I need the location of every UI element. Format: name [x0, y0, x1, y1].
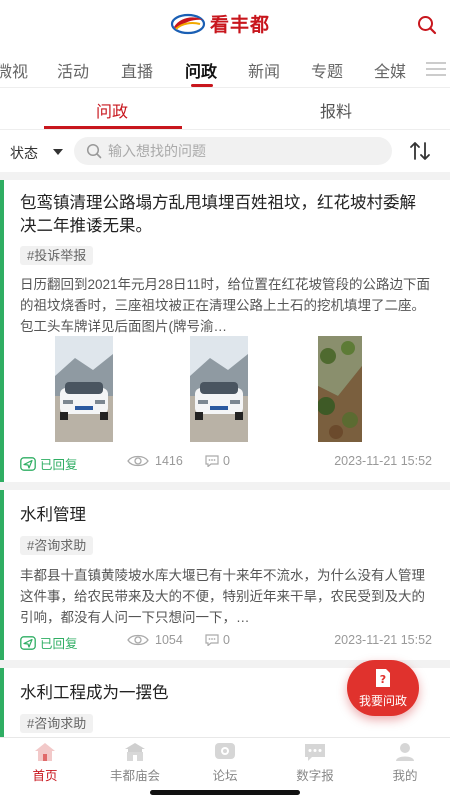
card-photos [0, 336, 450, 442]
comment-count-value: 0 [223, 454, 230, 468]
nav-profile[interactable]: 我的 [360, 742, 450, 784]
channel-menu-icon[interactable] [414, 50, 450, 87]
logo-text: 看丰都 [210, 14, 271, 36]
tab-channel-live[interactable]: 直播 [121, 58, 153, 82]
photo-car-2[interactable] [190, 336, 248, 442]
channel-tabs: 微视 活动 直播 问政 新闻 专题 全媒 [0, 50, 450, 88]
comment-icon [205, 634, 219, 646]
forum-icon [215, 743, 235, 759]
photo-hillside[interactable] [318, 336, 376, 442]
reply-status-label: 已回复 [40, 637, 78, 651]
ask-question-button[interactable]: ? 我要问政 [347, 660, 419, 716]
svg-text:?: ? [380, 673, 386, 686]
replied-indicator-bar [0, 668, 4, 737]
eye-icon [127, 634, 149, 646]
nav-home[interactable]: 首页 [0, 742, 90, 784]
card-tag: #咨询求助 [20, 714, 94, 733]
photo-car-1[interactable] [55, 336, 113, 442]
tab-channel-news[interactable]: 新闻 [248, 58, 280, 82]
view-count: 1054 [127, 633, 183, 647]
search-input[interactable] [108, 141, 378, 161]
tab-channel-wenzheng[interactable]: 问政 [185, 58, 217, 82]
reply-status: 已回复 [20, 633, 78, 652]
status-dropdown-icon[interactable] [53, 149, 63, 155]
nav-forum-label: 论坛 [212, 769, 238, 783]
card-meta: 已回复 1054 0 2023-11-21 15:52 [20, 633, 432, 651]
app-logo: 看丰都 [170, 10, 270, 37]
user-icon [396, 743, 414, 761]
nav-forum[interactable]: 论坛 [180, 742, 270, 784]
question-card[interactable]: 包鸾镇清理公路塌方乱甩填埋百姓祖坟，红花坡村委解决二年推诿无果。 #投诉举报 日… [0, 180, 450, 482]
comment-icon [205, 455, 219, 467]
search-icon[interactable] [416, 14, 438, 36]
search-box[interactable] [74, 137, 392, 165]
card-tag: #咨询求助 [20, 536, 94, 555]
eye-icon [127, 455, 149, 467]
comment-count-value: 0 [223, 633, 230, 647]
card-title[interactable]: 包鸾镇清理公路塌方乱甩填埋百姓祖坟，红花坡村委解决二年推诿无果。 [20, 192, 430, 238]
logo-swoosh-icon [170, 13, 206, 34]
nav-temple-fair[interactable]: 丰都庙会 [90, 742, 180, 784]
tab-channel-allmedia[interactable]: 全媒 [374, 58, 406, 82]
reply-status-label: 已回复 [40, 458, 78, 472]
card-body: 丰都县十直镇黄陵坡水库大堰已有十来年不流水，为什么没有人管理这件事，给农民带来及… [20, 568, 425, 625]
sub-tabs: 问政 报料 [0, 88, 450, 130]
active-channel-indicator [191, 84, 213, 87]
comment-count: 0 [205, 633, 230, 647]
card-body: 日历翻回到2021年元月28日11时，给位置在红花坡管段的公路边下面的祖坟烧香时… [20, 277, 431, 334]
replied-indicator-bar [0, 490, 4, 660]
ask-question-label: 我要问政 [358, 694, 407, 708]
nav-temple-fair-label: 丰都庙会 [109, 769, 160, 783]
status-filter[interactable]: 状态 [10, 143, 38, 163]
card-title[interactable]: 水利管理 [20, 504, 430, 527]
card-tag: #投诉举报 [20, 246, 94, 265]
nav-profile-label: 我的 [392, 769, 418, 783]
subtab-wenzheng[interactable]: 问政 [96, 98, 128, 122]
post-date: 2023-11-21 15:52 [334, 633, 432, 647]
home-indicator [150, 790, 300, 795]
subtab-baoliao[interactable]: 报料 [320, 98, 352, 122]
question-doc-icon: ? [376, 669, 390, 687]
question-card[interactable]: 水利管理 #咨询求助 丰都县十直镇黄陵坡水库大堰已有十来年不流水，为什么没有人管… [0, 490, 450, 660]
nav-home-label: 首页 [32, 769, 58, 783]
view-count-value: 1054 [155, 633, 183, 647]
active-subtab-indicator [44, 126, 182, 129]
view-count: 1416 [127, 454, 183, 468]
card-meta: 已回复 1416 0 2023-11-21 15:52 [20, 454, 432, 472]
nav-digital-paper[interactable]: 数字报 [270, 742, 360, 784]
send-icon [20, 456, 36, 471]
tab-channel-weishi[interactable]: 微视 [0, 58, 28, 82]
comment-count: 0 [205, 454, 230, 468]
nav-digital-paper-label: 数字报 [296, 769, 334, 783]
newspaper-icon [305, 744, 325, 761]
tab-channel-topics[interactable]: 专题 [311, 58, 343, 82]
home-icon [35, 743, 55, 761]
search-icon [86, 143, 102, 159]
filter-bar: 状态 [0, 130, 450, 172]
tab-channel-activity[interactable]: 活动 [57, 58, 89, 82]
reply-status: 已回复 [20, 454, 78, 473]
sort-icon[interactable] [408, 139, 432, 163]
send-icon [20, 635, 36, 650]
view-count-value: 1416 [155, 454, 183, 468]
temple-icon [125, 743, 145, 761]
app-header: 看丰都 [0, 0, 450, 50]
post-date: 2023-11-21 15:52 [334, 454, 432, 468]
